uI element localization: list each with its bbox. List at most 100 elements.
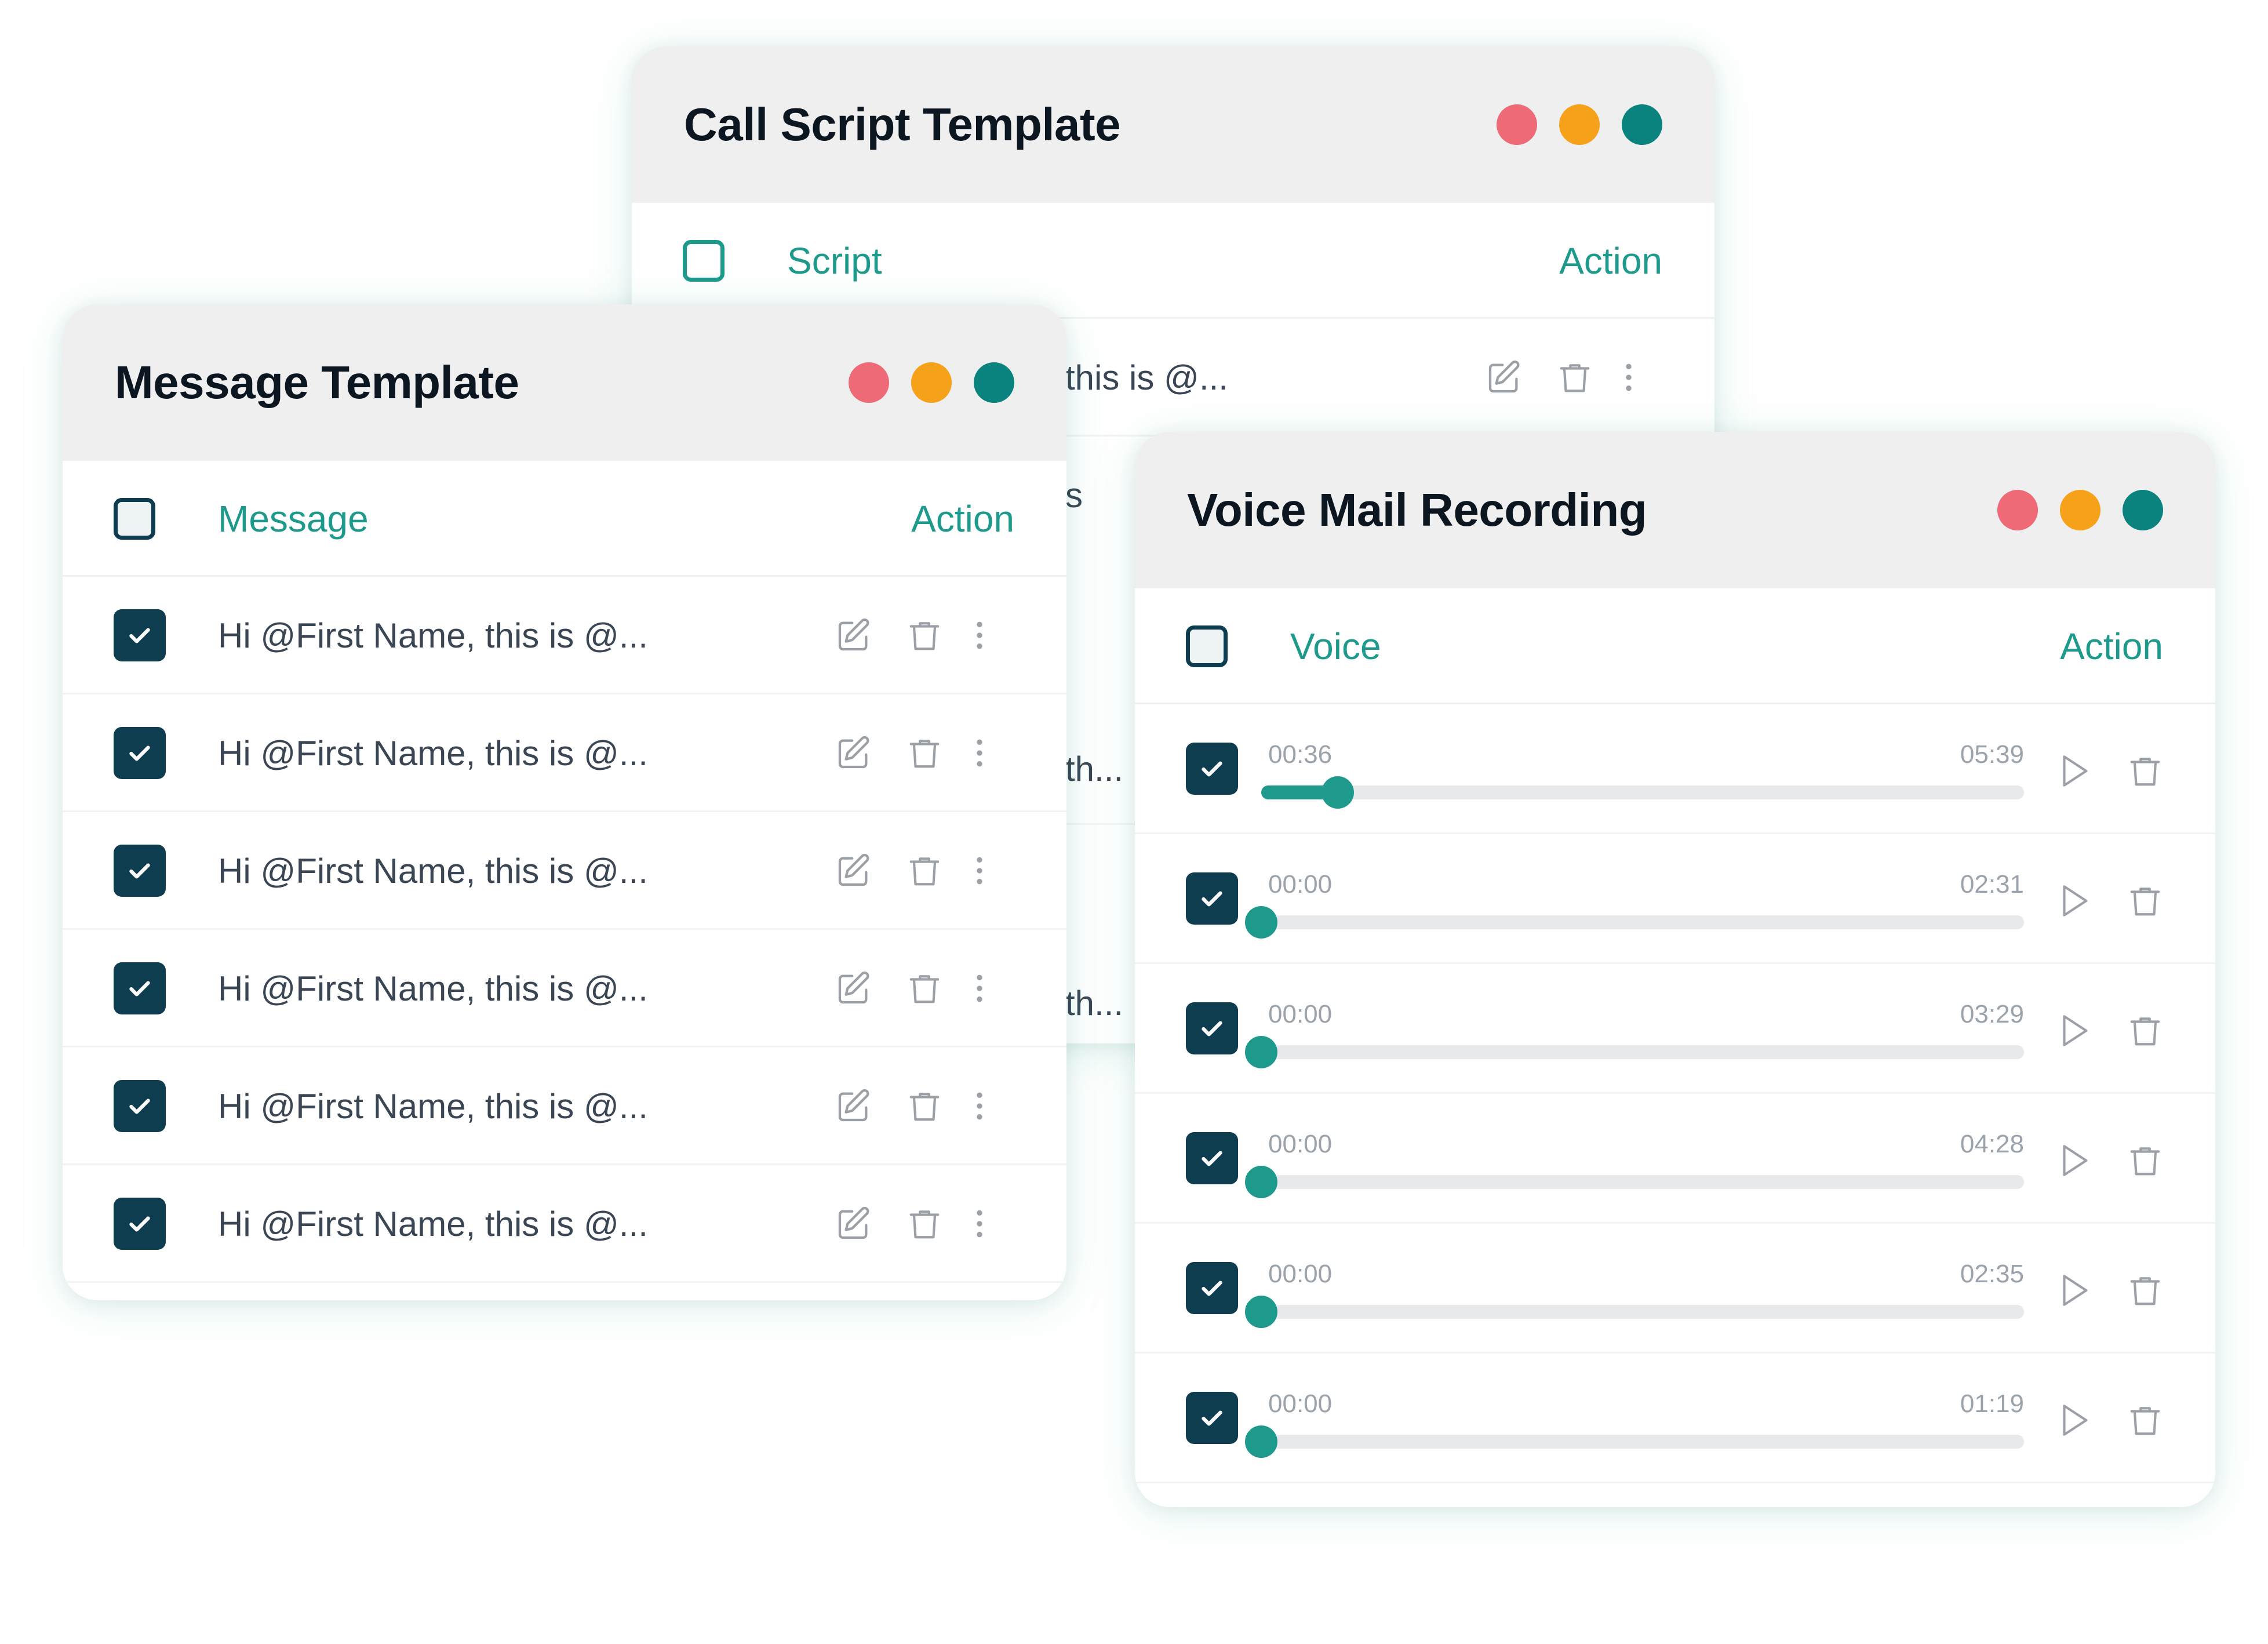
stage: Call Script Template Script Action this … — [0, 0, 2268, 1644]
progress-track[interactable] — [1245, 1036, 2024, 1068]
maximize-dot[interactable] — [974, 362, 1014, 403]
edit-icon[interactable] — [833, 968, 874, 1009]
play-icon[interactable] — [2054, 751, 2095, 791]
voice-mail-header: Voice Mail Recording — [1135, 432, 2215, 588]
trash-icon[interactable] — [904, 850, 945, 891]
play-icon[interactable] — [2054, 881, 2095, 921]
seek-handle[interactable] — [1245, 1166, 1277, 1198]
edit-icon[interactable] — [833, 1086, 874, 1126]
minimize-dot[interactable] — [1559, 104, 1600, 145]
message-column-label: Message — [218, 498, 369, 540]
trash-icon[interactable] — [904, 1086, 945, 1126]
trash-icon[interactable] — [904, 1203, 945, 1244]
voice-column-header: Voice Action — [1135, 588, 2215, 704]
trash-icon[interactable] — [2125, 1140, 2165, 1181]
progress-track[interactable] — [1245, 1296, 2024, 1328]
edit-icon[interactable] — [1484, 357, 1524, 398]
recording-row[interactable]: 00:00 04:28 — [1135, 1094, 2215, 1224]
trash-icon[interactable] — [1555, 357, 1595, 398]
trash-icon[interactable] — [2125, 1010, 2165, 1051]
message-list: Hi @First Name, this is @... Hi @First Na… — [63, 577, 1066, 1283]
duration: 03:29 — [1960, 1000, 2024, 1028]
edit-icon[interactable] — [833, 1203, 874, 1244]
message-template-header: Message Template — [63, 304, 1066, 461]
more-vertical-icon[interactable] — [968, 615, 991, 656]
progress-track[interactable] — [1261, 776, 2024, 809]
seek-handle[interactable] — [1245, 1425, 1277, 1458]
action-column-label: Action — [2060, 625, 2163, 667]
edit-icon[interactable] — [833, 850, 874, 891]
table-row[interactable]: Hi @First Name, this is @... — [63, 577, 1066, 694]
recording-row[interactable]: 00:00 02:35 — [1135, 1224, 2215, 1354]
table-row[interactable]: Hi @First Name, this is @... — [63, 930, 1066, 1047]
seek-handle[interactable] — [1245, 906, 1277, 939]
edit-icon[interactable] — [833, 615, 874, 656]
voice-column-label: Voice — [1290, 625, 1381, 667]
message-text: Hi @First Name, this is @... — [218, 1087, 648, 1126]
play-icon[interactable] — [2054, 1400, 2095, 1441]
table-row[interactable]: Hi @First Name, this is @... — [63, 694, 1066, 812]
row-checkbox[interactable] — [1186, 1392, 1238, 1444]
table-row[interactable]: Hi @First Name, this is @... — [63, 1165, 1066, 1283]
row-checkbox[interactable] — [114, 962, 166, 1014]
row-checkbox[interactable] — [1186, 1262, 1238, 1314]
message-template-title: Message Template — [115, 357, 519, 408]
more-vertical-icon[interactable] — [968, 1086, 991, 1126]
row-checkbox[interactable] — [1186, 872, 1238, 925]
message-text: Hi @First Name, this is @... — [218, 616, 648, 655]
more-vertical-icon[interactable] — [968, 1203, 991, 1244]
trash-icon[interactable] — [2125, 1270, 2165, 1311]
play-icon[interactable] — [2054, 1270, 2095, 1311]
trash-icon[interactable] — [2125, 881, 2165, 921]
recording-row[interactable]: 00:00 01:19 — [1135, 1354, 2215, 1483]
more-vertical-icon[interactable] — [968, 968, 991, 1009]
progress-track[interactable] — [1245, 1166, 2024, 1198]
script-text-fragment: th... — [1065, 750, 1124, 788]
more-vertical-icon[interactable] — [968, 850, 991, 891]
row-checkbox[interactable] — [114, 727, 166, 779]
recording-row[interactable]: 00:00 02:31 — [1135, 834, 2215, 964]
maximize-dot[interactable] — [2123, 490, 2163, 530]
select-all-checkbox[interactable] — [1186, 625, 1228, 667]
trash-icon[interactable] — [904, 968, 945, 1009]
trash-icon[interactable] — [2125, 751, 2165, 791]
seek-handle[interactable] — [1245, 1296, 1277, 1328]
recording-row[interactable]: 00:36 05:39 — [1135, 704, 2215, 834]
more-vertical-icon[interactable] — [1617, 357, 1640, 398]
action-column-label: Action — [1559, 240, 1662, 282]
play-icon[interactable] — [2054, 1010, 2095, 1051]
progress-track[interactable] — [1245, 1425, 2024, 1458]
message-template-card: Message Template Message Action Hi @Firs… — [63, 304, 1066, 1300]
row-checkbox[interactable] — [114, 609, 166, 661]
minimize-dot[interactable] — [2060, 490, 2100, 530]
row-checkbox[interactable] — [1186, 1132, 1238, 1184]
row-checkbox[interactable] — [114, 845, 166, 897]
row-checkbox[interactable] — [114, 1080, 166, 1132]
trash-icon[interactable] — [904, 615, 945, 656]
duration: 02:35 — [1960, 1260, 2024, 1288]
progress-track[interactable] — [1245, 906, 2024, 939]
close-dot[interactable] — [1497, 104, 1537, 145]
trash-icon[interactable] — [904, 733, 945, 773]
minimize-dot[interactable] — [911, 362, 952, 403]
recording-row[interactable]: 00:00 03:29 — [1135, 964, 2215, 1094]
table-row[interactable]: Hi @First Name, this is @... — [63, 1047, 1066, 1165]
close-dot[interactable] — [849, 362, 889, 403]
trash-icon[interactable] — [2125, 1400, 2165, 1441]
current-time: 00:36 — [1268, 740, 1333, 769]
seek-handle[interactable] — [1245, 1036, 1277, 1068]
play-icon[interactable] — [2054, 1140, 2095, 1181]
edit-icon[interactable] — [833, 733, 874, 773]
table-row[interactable]: Hi @First Name, this is @... — [63, 812, 1066, 930]
row-checkbox[interactable] — [114, 1198, 166, 1250]
script-text: this is @... — [1065, 358, 1228, 397]
window-controls — [1497, 46, 1662, 203]
close-dot[interactable] — [1997, 490, 2038, 530]
more-vertical-icon[interactable] — [968, 733, 991, 773]
maximize-dot[interactable] — [1622, 104, 1662, 145]
row-checkbox[interactable] — [1186, 743, 1238, 795]
seek-handle[interactable] — [1321, 776, 1354, 809]
row-checkbox[interactable] — [1186, 1002, 1238, 1054]
select-all-checkbox[interactable] — [683, 240, 725, 282]
select-all-checkbox[interactable] — [114, 498, 155, 540]
